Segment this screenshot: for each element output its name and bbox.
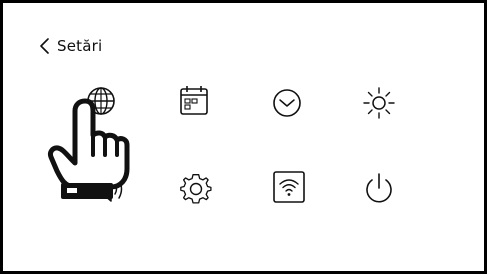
pointing-hand-icon bbox=[47, 95, 133, 205]
settings-screen: Setări bbox=[0, 0, 487, 274]
wifi-icon[interactable] bbox=[271, 169, 307, 205]
chevron-left-icon bbox=[40, 38, 49, 54]
clock-icon[interactable] bbox=[269, 85, 305, 121]
brightness-icon[interactable] bbox=[361, 85, 397, 121]
gear-icon[interactable] bbox=[178, 171, 214, 207]
back-button[interactable]: Setări bbox=[39, 37, 102, 55]
power-icon[interactable] bbox=[361, 171, 397, 207]
page-title: Setări bbox=[57, 37, 103, 55]
calendar-icon[interactable] bbox=[176, 83, 212, 119]
